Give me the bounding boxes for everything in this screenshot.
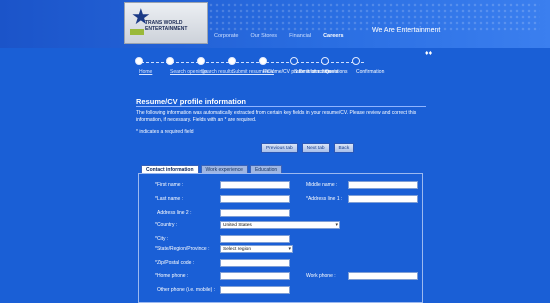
first-name-label: *First name : xyxy=(155,182,184,188)
previous-tab-button[interactable]: Previous tab xyxy=(261,143,298,153)
intro-text: The following information was automatica… xyxy=(136,110,417,123)
other-phone-input[interactable] xyxy=(220,286,290,294)
tab-education[interactable]: Education xyxy=(249,165,283,173)
state-select[interactable]: Select region ▾ xyxy=(220,245,293,253)
step-confirmation: Confirmation xyxy=(339,57,384,75)
side-mark: ♦♦ xyxy=(425,50,433,57)
state-value: Select region xyxy=(223,247,251,252)
logo-text: TRANS WORLD ENTERTAINMENT xyxy=(145,20,205,32)
step-search-results[interactable]: Search results xyxy=(184,57,233,75)
address-line-1-label: *Address line 1 : xyxy=(306,196,343,202)
step-dot xyxy=(135,57,143,65)
step-submit-attachments: Submit attachments xyxy=(277,57,338,75)
page-title: Resume/CV profile information xyxy=(136,97,247,106)
work-phone-input[interactable] xyxy=(348,272,418,280)
step-submit-resume[interactable]: Submit resume/CV xyxy=(215,57,274,75)
work-phone-label: Work phone : xyxy=(306,273,336,279)
step-dot xyxy=(321,57,329,65)
step-dot xyxy=(228,57,236,65)
nav-corporate[interactable]: Corporate xyxy=(214,33,238,43)
step-dot xyxy=(352,57,360,65)
tab-navigation-buttons: Previous tab Next tab Back xyxy=(261,143,355,153)
title-divider xyxy=(136,106,426,107)
trans-world-logo[interactable]: ★ TRANS WORLD ENTERTAINMENT xyxy=(124,2,208,44)
logo-accent-bar xyxy=(130,29,144,35)
middle-name-input[interactable] xyxy=(348,181,418,189)
step-label[interactable]: Home xyxy=(139,67,152,77)
middle-name-label: Middle name : xyxy=(306,182,338,188)
step-label: Confirmation xyxy=(356,69,385,75)
contact-form: *First name : Middle name : *Last name :… xyxy=(138,173,423,303)
required-note: * indicates a required field xyxy=(136,129,194,135)
step-profile-info: Resume/CV profile information xyxy=(246,57,331,75)
nav-careers[interactable]: Careers xyxy=(323,33,344,43)
city-input[interactable] xyxy=(220,235,290,243)
main-nav: Corporate Our Stores Financial Careers xyxy=(214,33,344,43)
tab-work-experience[interactable]: Work experience xyxy=(200,165,248,173)
step-dot xyxy=(166,57,174,65)
last-name-input[interactable] xyxy=(220,195,290,203)
step-dot xyxy=(290,57,298,65)
step-dot xyxy=(259,57,267,65)
first-name-input[interactable] xyxy=(220,181,290,189)
nav-our-stores[interactable]: Our Stores xyxy=(250,33,277,43)
step-questions: Questions xyxy=(308,57,348,75)
step-label[interactable]: Search results xyxy=(201,67,233,77)
last-name-label: *Last name : xyxy=(155,196,184,202)
address-line-2-input[interactable] xyxy=(220,209,290,217)
other-phone-label: Other phone (i.e. mobile) : xyxy=(157,287,216,293)
nav-financial[interactable]: Financial xyxy=(289,33,311,43)
header-pattern xyxy=(190,2,540,32)
zip-label: *Zip/Postal code : xyxy=(155,260,195,266)
country-label: *Country : xyxy=(155,222,178,228)
zip-input[interactable] xyxy=(220,259,290,267)
chevron-down-icon: ▾ xyxy=(335,222,338,228)
site-header: ★ TRANS WORLD ENTERTAINMENT Corporate Ou… xyxy=(0,0,550,48)
next-tab-button[interactable]: Next tab xyxy=(301,143,330,153)
step-home[interactable]: Home xyxy=(122,57,156,75)
step-label: Questions xyxy=(325,69,348,75)
city-label: *City : xyxy=(155,236,169,242)
address-line-2-label: Address line 2 : xyxy=(157,210,192,216)
home-phone-label: *Home phone : xyxy=(155,273,189,279)
back-button[interactable]: Back xyxy=(333,143,355,153)
state-label: *State/Region/Province : xyxy=(155,246,210,252)
tagline: We Are Entertainment xyxy=(372,27,441,34)
home-phone-input[interactable] xyxy=(220,272,290,280)
step-search-openings[interactable]: Search openings xyxy=(153,57,208,75)
country-value: United States xyxy=(223,223,252,228)
form-tabs: Contact information Work experience Educ… xyxy=(141,165,283,173)
country-select[interactable]: United States ▾ xyxy=(220,221,340,229)
logo-line: ENTERTAINMENT xyxy=(145,26,188,32)
tab-contact-information[interactable]: Contact information xyxy=(141,165,199,173)
step-dot xyxy=(197,57,205,65)
progress-steps: Home Search openings Search results Subm… xyxy=(130,57,384,87)
chevron-down-icon: ▾ xyxy=(288,246,291,252)
address-line-1-input[interactable] xyxy=(348,195,418,203)
